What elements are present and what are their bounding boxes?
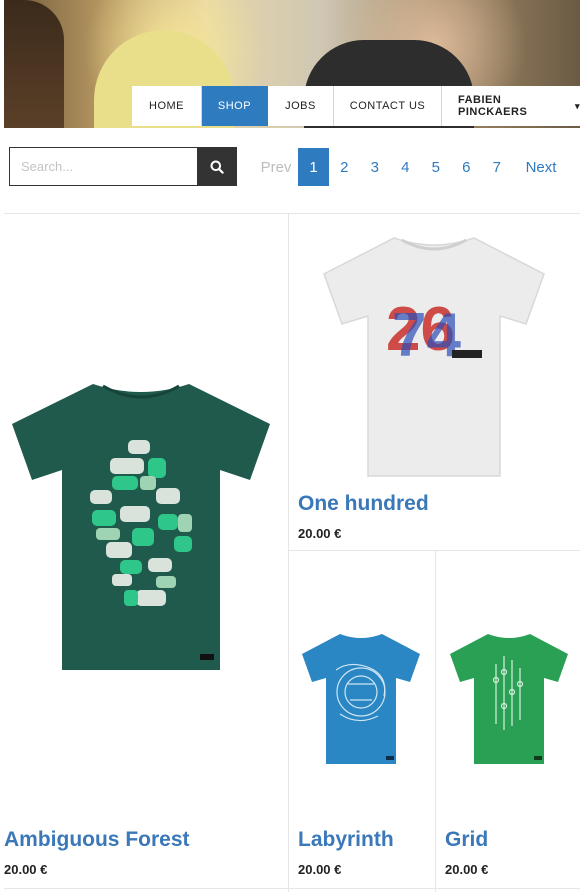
product-title[interactable]: One hundred xyxy=(298,492,429,516)
pagination: Prev 1 2 3 4 5 6 7 Next xyxy=(254,148,564,186)
product-image[interactable] xyxy=(448,630,570,766)
search-icon xyxy=(210,160,224,174)
product-image[interactable] xyxy=(8,378,274,674)
product-image[interactable]: 26 74 xyxy=(320,232,548,480)
divider xyxy=(435,551,436,892)
divider xyxy=(4,888,580,889)
product-title[interactable]: Labyrinth xyxy=(298,828,394,852)
tshirt-image xyxy=(12,384,270,670)
user-name: FABIEN PINCKAERS xyxy=(458,94,528,118)
main-nav: HOME SHOP JOBS CONTACT US FABIEN PINCKAE… xyxy=(132,86,580,126)
nav-item-jobs[interactable]: JOBS xyxy=(268,86,334,126)
search-form xyxy=(9,147,237,186)
pagination-next[interactable]: Next xyxy=(518,148,564,186)
nav-item-label: CONTACT US xyxy=(349,100,426,112)
nav-item-shop[interactable]: SHOP xyxy=(202,86,268,126)
nav-item-home[interactable]: HOME xyxy=(132,86,202,126)
product-title[interactable]: Ambiguous Forest xyxy=(4,828,190,852)
nav-item-label: HOME xyxy=(149,100,184,112)
pagination-page-6[interactable]: 6 xyxy=(451,148,482,186)
pagination-page-3[interactable]: 3 xyxy=(360,148,391,186)
search-input[interactable] xyxy=(9,147,197,186)
product-price: 20.00 € xyxy=(4,862,48,877)
search-button[interactable] xyxy=(197,147,237,186)
divider xyxy=(4,213,580,214)
product-price: 20.00 € xyxy=(298,526,342,541)
product-price: 20.00 € xyxy=(298,862,342,877)
product-price: 20.00 € xyxy=(445,862,489,877)
pagination-page-4[interactable]: 4 xyxy=(390,148,421,186)
tshirt-image xyxy=(450,634,568,764)
caret-down-icon: ▾ xyxy=(574,100,580,111)
nav-item-contact[interactable]: CONTACT US xyxy=(334,86,442,126)
tshirt-image: 26 74 xyxy=(323,237,545,477)
user-menu[interactable]: FABIEN PINCKAERS ▾ xyxy=(442,86,580,126)
nav-item-label: JOBS xyxy=(285,100,316,112)
svg-text:74: 74 xyxy=(392,301,461,370)
pagination-page-2[interactable]: 2 xyxy=(329,148,360,186)
tshirt-image xyxy=(302,634,420,764)
banner-person xyxy=(4,0,64,128)
pagination-page-5[interactable]: 5 xyxy=(421,148,452,186)
divider xyxy=(288,214,289,892)
nav-item-label: SHOP xyxy=(217,100,252,112)
product-image[interactable] xyxy=(300,630,422,766)
pagination-prev[interactable]: Prev xyxy=(254,148,298,186)
product-title[interactable]: Grid xyxy=(445,828,488,852)
pagination-page-1[interactable]: 1 xyxy=(298,148,329,186)
pagination-page-7[interactable]: 7 xyxy=(482,148,513,186)
